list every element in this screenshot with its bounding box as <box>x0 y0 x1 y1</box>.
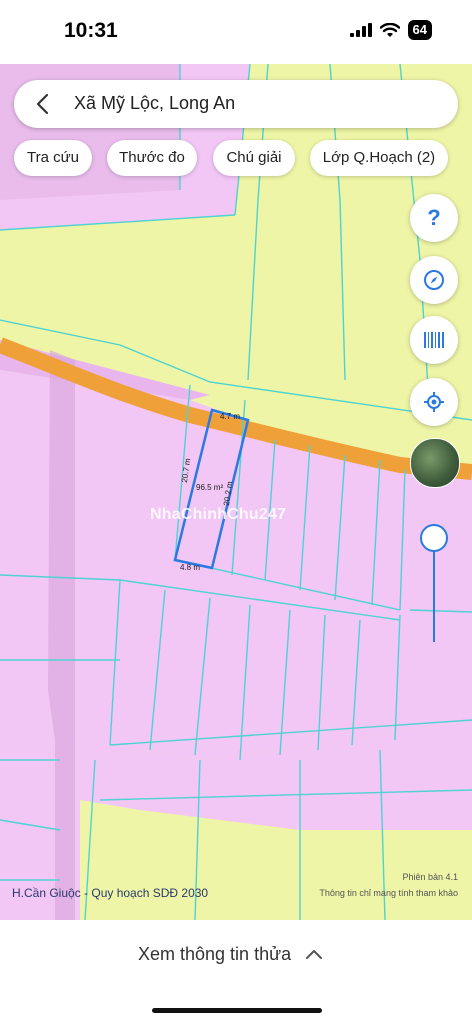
back-icon[interactable] <box>32 92 54 116</box>
barcode-button[interactable] <box>410 316 458 364</box>
status-time: 10:31 <box>64 19 118 42</box>
location-title[interactable]: Xã Mỹ Lộc, Long An <box>74 93 235 114</box>
battery-icon: 64 <box>407 20 432 40</box>
view-parcel-info-label[interactable]: Xem thông tin thửa <box>138 944 291 965</box>
compass-icon <box>424 270 444 290</box>
version-label: Phiên bản 4.1 <box>402 872 458 882</box>
disclaimer-label: Thông tin chỉ mang tính tham khảo <box>319 888 458 898</box>
chip-tra-cuu[interactable]: Tra cứu <box>14 140 92 176</box>
chip-thuoc-do[interactable]: Thước đo <box>107 140 197 176</box>
plot-area: 96.5 m² <box>196 483 224 492</box>
location-icon <box>424 392 444 412</box>
signal-icon <box>349 23 372 37</box>
chevron-up-icon[interactable] <box>305 948 323 960</box>
search-bar[interactable]: Xã Mỹ Lộc, Long An <box>14 80 458 128</box>
map-view[interactable] <box>0 64 472 920</box>
bottom-panel[interactable]: Xem thông tin thửa <box>0 920 472 1024</box>
barcode-icon <box>424 332 444 348</box>
home-indicator <box>152 1008 322 1013</box>
status-bar: 10:31 64 <box>0 0 472 64</box>
help-button[interactable]: ? <box>410 194 458 242</box>
map-canvas[interactable] <box>0 64 472 920</box>
compass-button[interactable] <box>410 256 458 304</box>
location-button[interactable] <box>410 378 458 426</box>
plot-top-length: 4.7 m <box>220 412 241 421</box>
watermark: NhaChinhChu247 <box>150 506 287 523</box>
status-icons: 64 <box>349 20 432 40</box>
wifi-icon <box>379 22 400 37</box>
chip-chu-giai[interactable]: Chú giải <box>213 140 295 176</box>
opacity-slider-track[interactable] <box>433 550 435 642</box>
map-layer-name: H.Cần Giuộc - Quy hoạch SDĐ 2030 <box>12 886 209 900</box>
plot-bottom-length: 4.8 m <box>180 563 201 572</box>
opacity-slider-thumb[interactable] <box>420 524 448 552</box>
help-icon: ? <box>427 205 441 230</box>
satellite-layer-button[interactable] <box>410 438 460 488</box>
chip-lop-qhoach[interactable]: Lớp Q.Hoạch (2) <box>310 140 448 176</box>
